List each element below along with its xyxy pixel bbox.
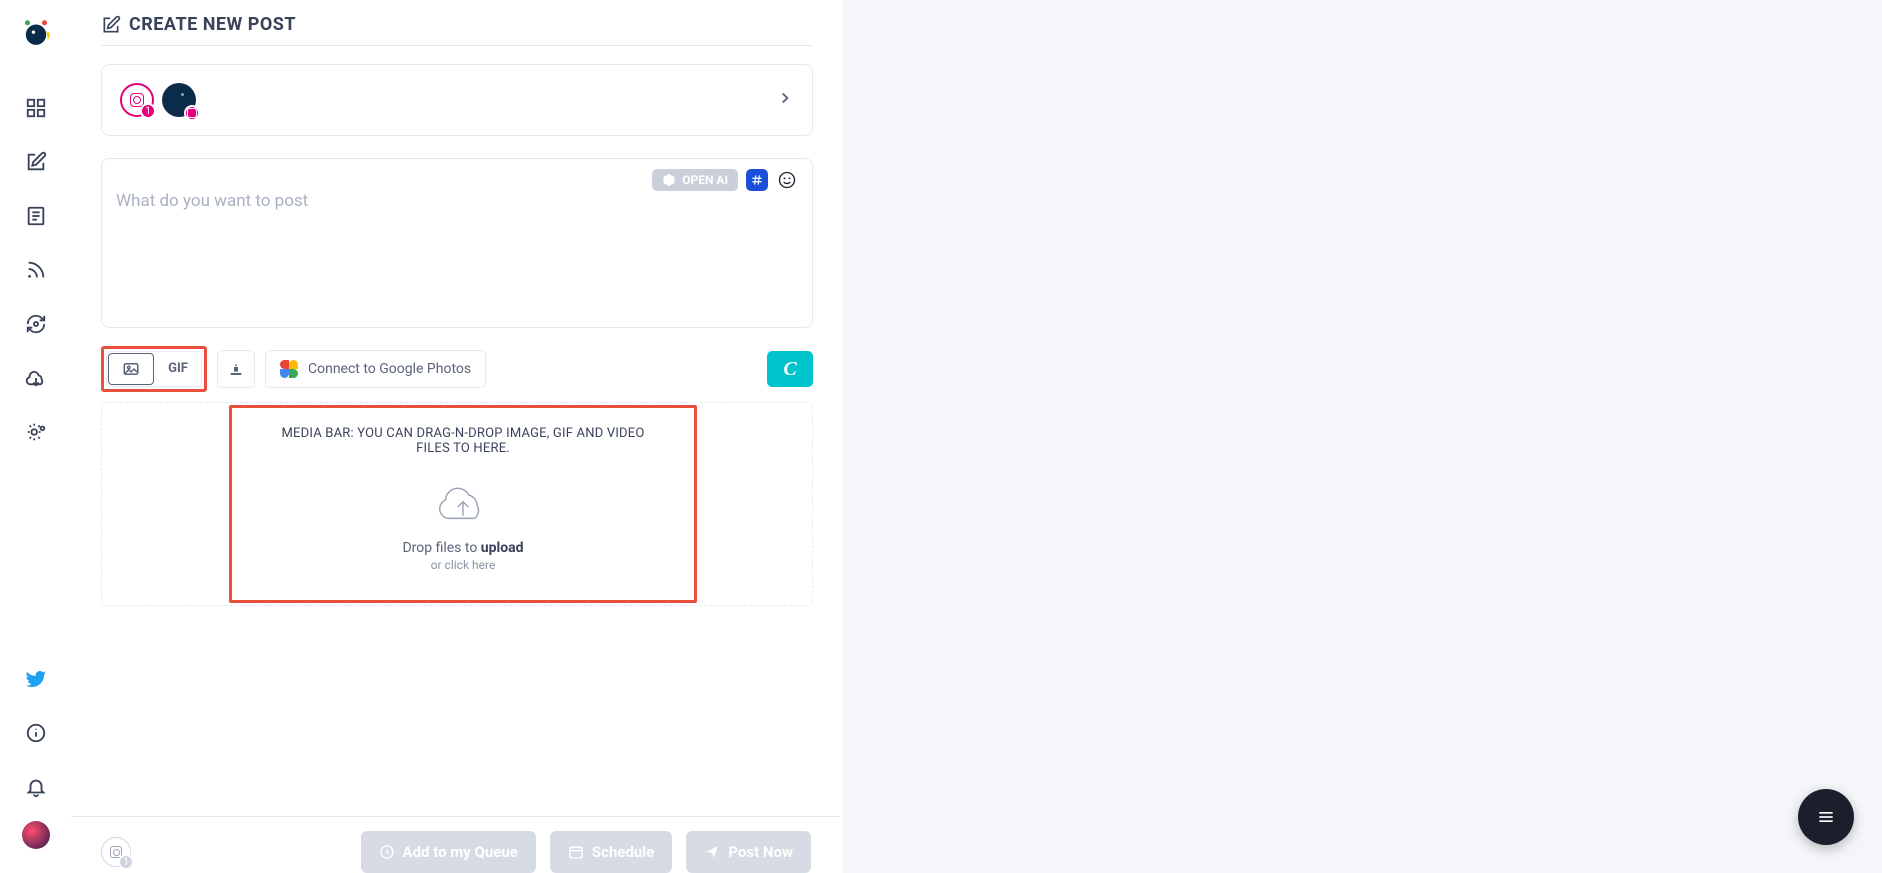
account-count-badge: 1 [140,103,156,119]
media-dropzone[interactable]: MEDIA BAR: YOU CAN DRAG-N-DROP IMAGE, GI… [229,405,697,603]
google-photos-icon [280,360,298,378]
add-to-queue-button[interactable]: Add to my Queue [361,831,536,873]
post-now-button[interactable]: Post Now [686,831,811,873]
dropzone-instruction: Drop files to upload [266,540,660,556]
app-logo[interactable] [19,16,53,50]
image-tab[interactable] [108,353,154,385]
media-type-toggle: GIF [106,351,202,387]
dropzone-subtext: or click here [266,558,660,572]
account-chip-2[interactable] [162,83,196,117]
post-text-input[interactable] [116,173,798,293]
composer-footer: 1 Add to my Queue Schedule Post Now [71,816,841,873]
nav-dashboard-icon[interactable] [16,88,56,128]
footer-account-chip[interactable]: 1 [101,837,131,867]
account-chip-1[interactable]: 1 [120,83,154,117]
openai-label: OPEN AI [682,173,728,187]
sidebar [0,0,71,873]
schedule-button[interactable]: Schedule [550,831,672,873]
media-toolbar: GIF Connect to Google Photos C [101,346,813,392]
nav-settings-icon[interactable] [16,412,56,452]
instagram-badge-icon [184,105,200,121]
page-title-row: CREATE NEW POST [101,14,813,46]
menu-icon [1816,807,1836,827]
accounts-selector[interactable]: 1 [101,64,813,136]
page-title: CREATE NEW POST [129,14,296,35]
emoji-button[interactable] [776,169,798,191]
nav-notifications-icon[interactable] [16,767,56,807]
calendar-icon [568,844,584,860]
queue-icon [379,844,395,860]
post-composer: OPEN AI [101,158,813,328]
dropzone-heading: MEDIA BAR: YOU CAN DRAG-N-DROP IMAGE, GI… [266,426,660,456]
user-avatar[interactable] [22,821,50,849]
library-icon [228,361,244,377]
upload-cloud-icon [435,478,491,522]
gif-tab[interactable]: GIF [155,352,201,384]
google-photos-label: Connect to Google Photos [308,361,471,377]
media-dropzone-container: MEDIA BAR: YOU CAN DRAG-N-DROP IMAGE, GI… [101,402,813,606]
nav-info-icon[interactable] [16,713,56,753]
openai-button[interactable]: OPEN AI [652,169,738,191]
nav-rss-icon[interactable] [16,250,56,290]
image-icon [122,360,140,378]
expand-accounts-button[interactable] [776,89,794,111]
composer-toolbar: OPEN AI [652,169,798,191]
canva-button[interactable]: C [767,351,813,387]
help-fab[interactable] [1798,789,1854,845]
chevron-right-icon [776,89,794,107]
main-column: CREATE NEW POST 1 OPEN AI [71,0,843,606]
tutorial-highlight-media-toggle: GIF [101,346,207,392]
send-icon [704,844,720,860]
emoji-icon [777,170,797,190]
footer-account-count: 1 [118,854,134,870]
nav-compose-icon[interactable] [16,142,56,182]
nav-cloud-icon[interactable] [16,358,56,398]
nav-recycle-icon[interactable] [16,304,56,344]
preview-panel [843,0,1882,873]
selected-accounts: 1 [120,83,196,117]
hashtag-icon [750,173,764,187]
google-photos-button[interactable]: Connect to Google Photos [265,350,486,388]
hashtag-button[interactable] [746,169,768,191]
openai-icon [662,173,676,187]
nav-twitter-icon[interactable] [16,659,56,699]
library-button[interactable] [217,350,255,388]
nav-posts-icon[interactable] [16,196,56,236]
compose-icon [101,15,121,35]
